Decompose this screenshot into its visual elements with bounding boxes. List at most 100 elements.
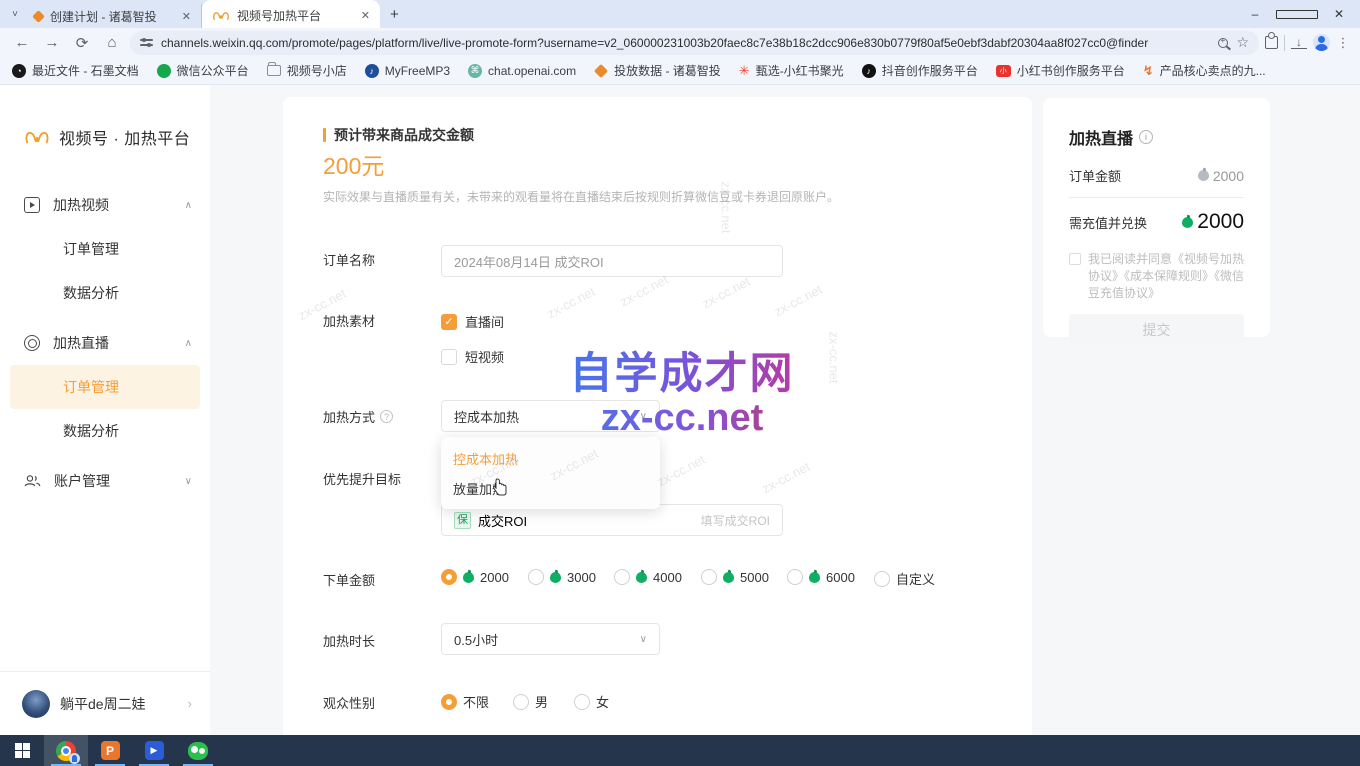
tab-close-icon[interactable]: ✕ <box>361 9 370 22</box>
agreement-row: 我已阅读并同意《视频号加热协议》《成本保障规则》《微信豆充值协议》 <box>1069 251 1244 302</box>
openai-icon: ⌘ <box>468 64 482 78</box>
sidebar-group-heat-video[interactable]: 加热视频 ∧ <box>0 183 210 227</box>
order-amount-row: 订单金额 2000 <box>1069 166 1244 185</box>
gender-option-male[interactable]: 男 <box>513 692 548 711</box>
xiaohongshu-icon: 小 <box>996 65 1011 77</box>
duration-label: 加热时长 <box>323 631 375 650</box>
account-switcher[interactable]: 躺平de周二娃 › <box>0 671 210 735</box>
new-tab-button[interactable]: + <box>390 6 399 23</box>
user-name: 躺平de周二娃 <box>60 694 178 714</box>
sidebar-group-account[interactable]: 账户管理 ∨ <box>0 459 210 503</box>
sidebar-item-live-orders-active[interactable]: 订单管理 <box>10 365 200 409</box>
budget-option-custom[interactable]: 自定义 <box>874 569 935 588</box>
taskbar-blue-app[interactable]: ▶ <box>132 735 176 766</box>
radio-icon[interactable] <box>787 569 803 585</box>
checkbox-unchecked-icon[interactable] <box>441 349 457 365</box>
address-bar[interactable]: channels.weixin.qq.com/promote/pages/pla… <box>130 31 1259 55</box>
platform-title: 视频号 · 加热平台 <box>59 125 190 149</box>
material-option-live[interactable]: ✓ 直播间 <box>441 312 504 331</box>
duration-select[interactable]: 0.5小时 ∨ <box>441 623 660 655</box>
recharge-row: 需充值并兑换 2000 <box>1069 210 1244 234</box>
gender-option-any[interactable]: 不限 <box>441 692 489 711</box>
gender-option-female[interactable]: 女 <box>574 692 609 711</box>
zhuge-icon <box>594 63 608 77</box>
downloads-icon[interactable]: ↓ <box>1291 37 1307 49</box>
browser-tab-1[interactable]: 创建计划 - 诸葛智投 ✕ <box>24 4 202 28</box>
close-button[interactable]: ✕ <box>1318 0 1360 28</box>
bookmark-mp-weixin[interactable]: 微信公众平台 <box>157 62 249 79</box>
bookmark-xhs-juguang[interactable]: ✳甄选-小红书聚光 <box>739 62 844 79</box>
sidebar-item-video-orders[interactable]: 订单管理 <box>10 227 200 271</box>
taskbar-wechat[interactable] <box>176 735 220 766</box>
summary-title: 加热直播 i <box>1069 125 1244 149</box>
taskbar-chrome[interactable] <box>44 735 88 766</box>
zoom-icon[interactable] <box>1218 38 1228 48</box>
browser-menu-icon[interactable]: ⋮ <box>1336 35 1350 51</box>
back-button[interactable]: ← <box>10 34 34 51</box>
swirl-icon: ↯ <box>1143 63 1154 79</box>
bookmark-myfreemp3[interactable]: ♪MyFreeMP3 <box>365 64 450 78</box>
site-settings-icon[interactable] <box>140 36 153 49</box>
minimize-button[interactable]: – <box>1234 0 1276 28</box>
sidebar-item-video-analytics[interactable]: 数据分析 <box>10 271 200 315</box>
budget-option-3000[interactable]: 3000 <box>528 569 596 585</box>
sidebar-item-live-analytics[interactable]: 数据分析 <box>10 409 200 453</box>
mode-option-cost-control[interactable]: 控成本加热 <box>441 443 660 473</box>
agreement-text[interactable]: 我已阅读并同意《视频号加热协议》《成本保障规则》《微信豆充值协议》 <box>1088 252 1244 300</box>
bookmark-star-icon[interactable]: ☆ <box>1236 34 1249 51</box>
budget-option-6000[interactable]: 6000 <box>787 569 855 585</box>
bean-gray-icon <box>1198 170 1209 181</box>
wechat-mp-icon <box>157 64 171 78</box>
agreement-checkbox[interactable] <box>1069 253 1081 265</box>
bookmark-douyin-creator[interactable]: ♪抖音创作服务平台 <box>862 62 978 79</box>
radio-icon[interactable] <box>701 569 717 585</box>
forward-button[interactable]: → <box>40 34 64 51</box>
windows-logo-icon <box>15 743 30 758</box>
radio-selected-icon[interactable] <box>441 569 457 585</box>
mouse-cursor-icon <box>493 478 507 496</box>
tab-title: 视频号加热平台 <box>237 7 354 24</box>
bookmark-zhuge-data[interactable]: 投放数据 - 诸葛智投 <box>594 62 721 79</box>
reload-button[interactable]: ⟳ <box>70 34 94 52</box>
material-option-short-video[interactable]: 短视频 <box>441 347 504 366</box>
platform-logo: 视频号 · 加热平台 <box>0 125 210 149</box>
radio-selected-icon[interactable] <box>441 694 457 710</box>
order-name-input[interactable]: 2024年08月14日 成交ROI <box>441 245 783 277</box>
bookmark-shimo[interactable]: ◔最近文件 - 石墨文档 <box>12 62 139 79</box>
submit-button[interactable]: 提交 <box>1069 314 1244 345</box>
maximize-button[interactable] <box>1276 0 1318 28</box>
mode-select[interactable]: 控成本加热 ∨ <box>441 400 660 432</box>
channels-logo-icon <box>212 9 230 22</box>
tab-search-chevron-icon[interactable]: ˅ <box>6 9 24 20</box>
budget-option-4000[interactable]: 4000 <box>614 569 682 585</box>
zhuge-favicon-icon <box>32 10 45 23</box>
url-text[interactable]: channels.weixin.qq.com/promote/pages/pla… <box>161 36 1210 50</box>
tab-close-icon[interactable]: ✕ <box>182 10 191 23</box>
mode-option-volume[interactable]: 放量加热 <box>441 473 660 503</box>
users-icon <box>24 474 41 488</box>
bookmark-xhs-creator[interactable]: 小小红书创作服务平台 <box>996 62 1125 79</box>
bookmark-product-points[interactable]: ↯产品核心卖点的九... <box>1143 62 1266 79</box>
budget-option-2000[interactable]: 2000 <box>441 569 509 585</box>
home-button[interactable]: ⌂ <box>100 34 124 51</box>
checkbox-checked-icon[interactable]: ✓ <box>441 314 457 330</box>
radio-icon[interactable] <box>614 569 630 585</box>
goal-label: 优先提升目标 <box>323 469 401 488</box>
profile-avatar-icon[interactable] <box>1313 34 1330 51</box>
radio-icon[interactable] <box>528 569 544 585</box>
radio-icon[interactable] <box>574 694 590 710</box>
start-button[interactable] <box>0 735 44 766</box>
mode-label: 加热方式 ? <box>323 407 393 426</box>
extensions-icon[interactable] <box>1265 36 1278 49</box>
browser-tab-2-active[interactable]: 视频号加热平台 ✕ <box>202 0 380 28</box>
budget-option-5000[interactable]: 5000 <box>701 569 769 585</box>
bookmark-openai[interactable]: ⌘chat.openai.com <box>468 64 576 78</box>
info-icon[interactable]: i <box>1139 130 1153 144</box>
bookmark-channels-shop[interactable]: 视频号小店 <box>267 62 347 79</box>
help-icon[interactable]: ? <box>380 410 393 423</box>
sidebar-group-heat-live[interactable]: 加热直播 ∧ <box>0 321 210 365</box>
summary-card: 加热直播 i 订单金额 2000 需充值并兑换 2000 我已阅读并同意《视频号… <box>1043 98 1270 337</box>
radio-icon[interactable] <box>513 694 529 710</box>
radio-icon[interactable] <box>874 571 890 587</box>
taskbar-presentation-app[interactable]: P <box>88 735 132 766</box>
